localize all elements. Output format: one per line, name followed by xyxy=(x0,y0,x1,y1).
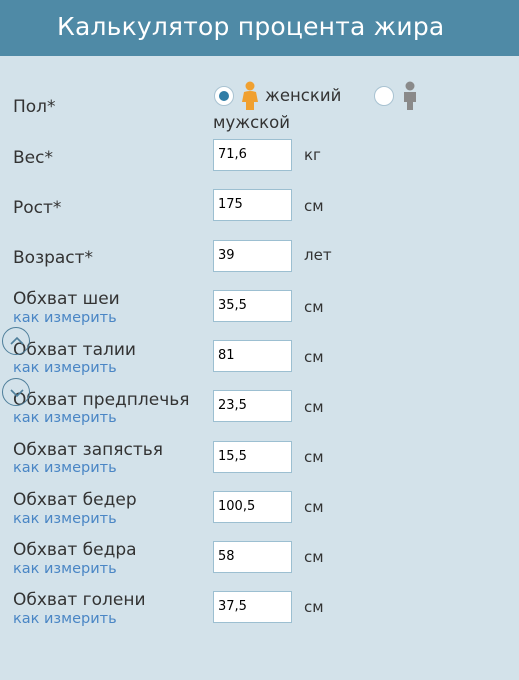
male-person-icon xyxy=(400,81,420,115)
male-radio[interactable] xyxy=(374,86,394,106)
measure-link-neck[interactable]: как измерить xyxy=(13,310,117,326)
gender-label: Пол* xyxy=(13,97,56,117)
male-label[interactable]: мужской xyxy=(213,113,290,132)
female-person-icon xyxy=(240,81,260,115)
forearm-unit: см xyxy=(304,398,324,416)
field-label-weight: Вес* xyxy=(13,148,53,168)
hips-input[interactable]: 100,5 xyxy=(213,491,292,523)
neck-unit: см xyxy=(304,298,324,316)
field-label-waist: Обхват талии xyxy=(13,340,136,360)
thigh-input[interactable]: 58 xyxy=(213,541,292,573)
age-unit: лет xyxy=(304,246,332,264)
scroll-up-icon xyxy=(10,336,24,345)
scroll-down-button[interactable] xyxy=(2,378,30,406)
field-label-calf: Обхват голени xyxy=(13,590,146,610)
app-header: Калькулятор процента жира xyxy=(0,0,519,56)
female-radio[interactable] xyxy=(214,86,234,106)
thigh-unit: см xyxy=(304,548,324,566)
field-label-thigh: Обхват бедра xyxy=(13,540,137,560)
measure-link-forearm[interactable]: как измерить xyxy=(13,410,117,426)
height-unit: см xyxy=(304,197,324,215)
measure-link-wrist[interactable]: как измерить xyxy=(13,460,117,476)
scroll-up-button[interactable] xyxy=(2,327,30,355)
measure-link-thigh[interactable]: как измерить xyxy=(13,561,117,577)
field-label-forearm: Обхват предплечья xyxy=(13,390,190,410)
height-input[interactable]: 175 xyxy=(213,189,292,221)
measure-link-calf[interactable]: как измерить xyxy=(13,611,117,627)
field-label-hips: Обхват бедер xyxy=(13,490,137,510)
field-label-wrist: Обхват запястья xyxy=(13,440,163,460)
scroll-down-icon xyxy=(10,389,24,398)
waist-unit: см xyxy=(304,348,324,366)
female-label[interactable]: женский xyxy=(265,86,341,105)
weight-unit: кг xyxy=(304,146,321,164)
wrist-input[interactable]: 15,5 xyxy=(213,441,292,473)
measure-link-hips[interactable]: как измерить xyxy=(13,511,117,527)
hips-unit: см xyxy=(304,498,324,516)
weight-input[interactable]: 71,6 xyxy=(213,139,292,171)
wrist-unit: см xyxy=(304,448,324,466)
forearm-input[interactable]: 23,5 xyxy=(213,390,292,422)
calf-unit: см xyxy=(304,598,324,616)
field-label-height: Рост* xyxy=(13,198,62,218)
age-input[interactable]: 39 xyxy=(213,240,292,272)
calf-input[interactable]: 37,5 xyxy=(213,591,292,623)
page-title: Калькулятор процента жира xyxy=(57,12,445,41)
waist-input[interactable]: 81 xyxy=(213,340,292,372)
field-label-age: Возраст* xyxy=(13,248,94,268)
neck-input[interactable]: 35,5 xyxy=(213,290,292,322)
field-label-neck: Обхват шеи xyxy=(13,289,120,309)
measure-link-waist[interactable]: как измерить xyxy=(13,360,117,376)
